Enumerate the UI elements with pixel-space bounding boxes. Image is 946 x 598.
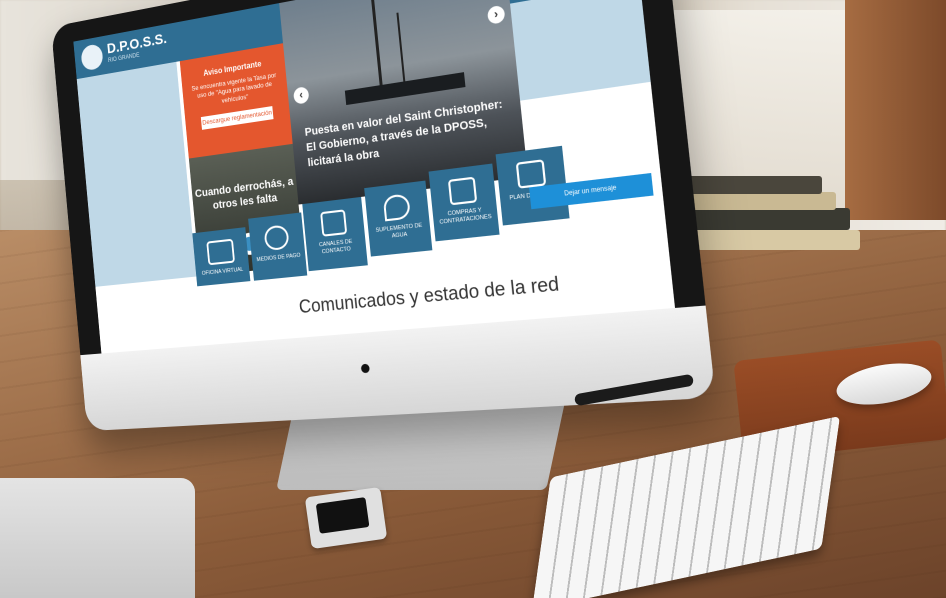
document-icon — [448, 177, 477, 206]
photo-scene: D.P.O.S.S. RIO GRANDE Aviso Importante S… — [0, 0, 946, 598]
monitor-icon — [206, 239, 235, 266]
download-regulation-button[interactable]: Descargue reglamentación — [201, 106, 274, 130]
left-background-pane — [77, 62, 197, 287]
background-door — [845, 0, 946, 220]
tile-label: OFICINA VIRTUAL — [202, 267, 244, 277]
tile-label: MEDIOS DE PAGO — [256, 253, 301, 264]
laptop-corner — [0, 478, 195, 598]
tile-water-supplement[interactable]: SUPLEMENTO DE AGUA — [364, 181, 432, 257]
slide-caption[interactable]: Puesta en valor del Saint Christopher: E… — [304, 95, 518, 171]
right-background-pane — [510, 0, 651, 101]
monitor-screen: D.P.O.S.S. RIO GRANDE Aviso Importante S… — [73, 0, 675, 353]
tile-label: SUPLEMENTO DE AGUA — [375, 223, 422, 240]
important-notice: Aviso Importante Se encuentra vigente la… — [180, 43, 293, 158]
payment-icon — [264, 224, 290, 251]
slider-next-icon[interactable]: › — [487, 5, 506, 25]
tile-label: CANALES DE CONTACTO — [319, 239, 353, 255]
site-logo-icon[interactable] — [80, 43, 103, 71]
imac-monitor: D.P.O.S.S. RIO GRANDE Aviso Importante S… — [51, 0, 745, 469]
water-drop-icon — [383, 193, 411, 221]
slider-prev-icon[interactable]: ‹ — [293, 86, 309, 105]
chat-icon — [320, 209, 347, 236]
tile-purchases[interactable]: COMPRAS Y CONTRATACIONES — [429, 164, 500, 242]
tile-label: COMPRAS Y CONTRATACIONES — [439, 207, 492, 225]
construction-icon — [516, 159, 547, 189]
smartphone — [305, 487, 387, 549]
apple-logo-icon: ● — [353, 355, 377, 381]
tile-contact-channels[interactable]: CANALES DE CONTACTO — [302, 197, 368, 271]
